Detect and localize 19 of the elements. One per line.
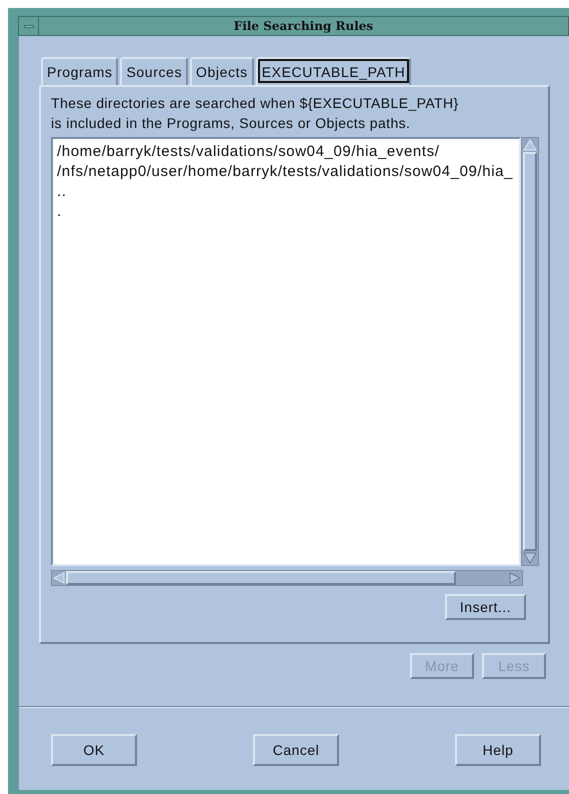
path-entry[interactable]: .. (57, 182, 515, 202)
insert-button[interactable]: Insert... (445, 594, 526, 620)
window-title: File Searching Rules (232, 18, 374, 35)
tab[interactable]: Sources (120, 57, 188, 85)
horizontal-scrollbar[interactable] (51, 570, 523, 586)
ok-button[interactable]: OK (51, 734, 137, 766)
scroll-right-icon[interactable] (508, 571, 522, 585)
description-text: These directories are searched when ${EXECUTABLE_PATH} is included in the Programs, Sources or Objects paths. (51, 94, 460, 133)
vertical-scrollbar[interactable] (521, 137, 539, 566)
tab[interactable]: EXECUTABLE_PATH (256, 57, 412, 85)
path-entry[interactable]: /nfs/netapp0/user/home/barryk/tests/validations/sow04_09/hia_ (57, 162, 515, 182)
tab[interactable]: Objects (190, 57, 254, 85)
scroll-left-icon[interactable] (52, 571, 66, 585)
tab[interactable]: Programs (41, 57, 118, 85)
path-entry[interactable]: /home/barryk/tests/validations/sow04_09/hia_events/ (57, 142, 515, 162)
cancel-button[interactable]: Cancel (253, 734, 339, 766)
help-button[interactable]: Help (455, 734, 541, 766)
path-entry[interactable]: . (57, 202, 515, 222)
path-list[interactable]: /home/barryk/tests/validations/sow04_09/hia_events/ /nfs/netapp0/user/home/barryk/tests/validations/sow04_09/hia_ .. . (51, 137, 521, 566)
